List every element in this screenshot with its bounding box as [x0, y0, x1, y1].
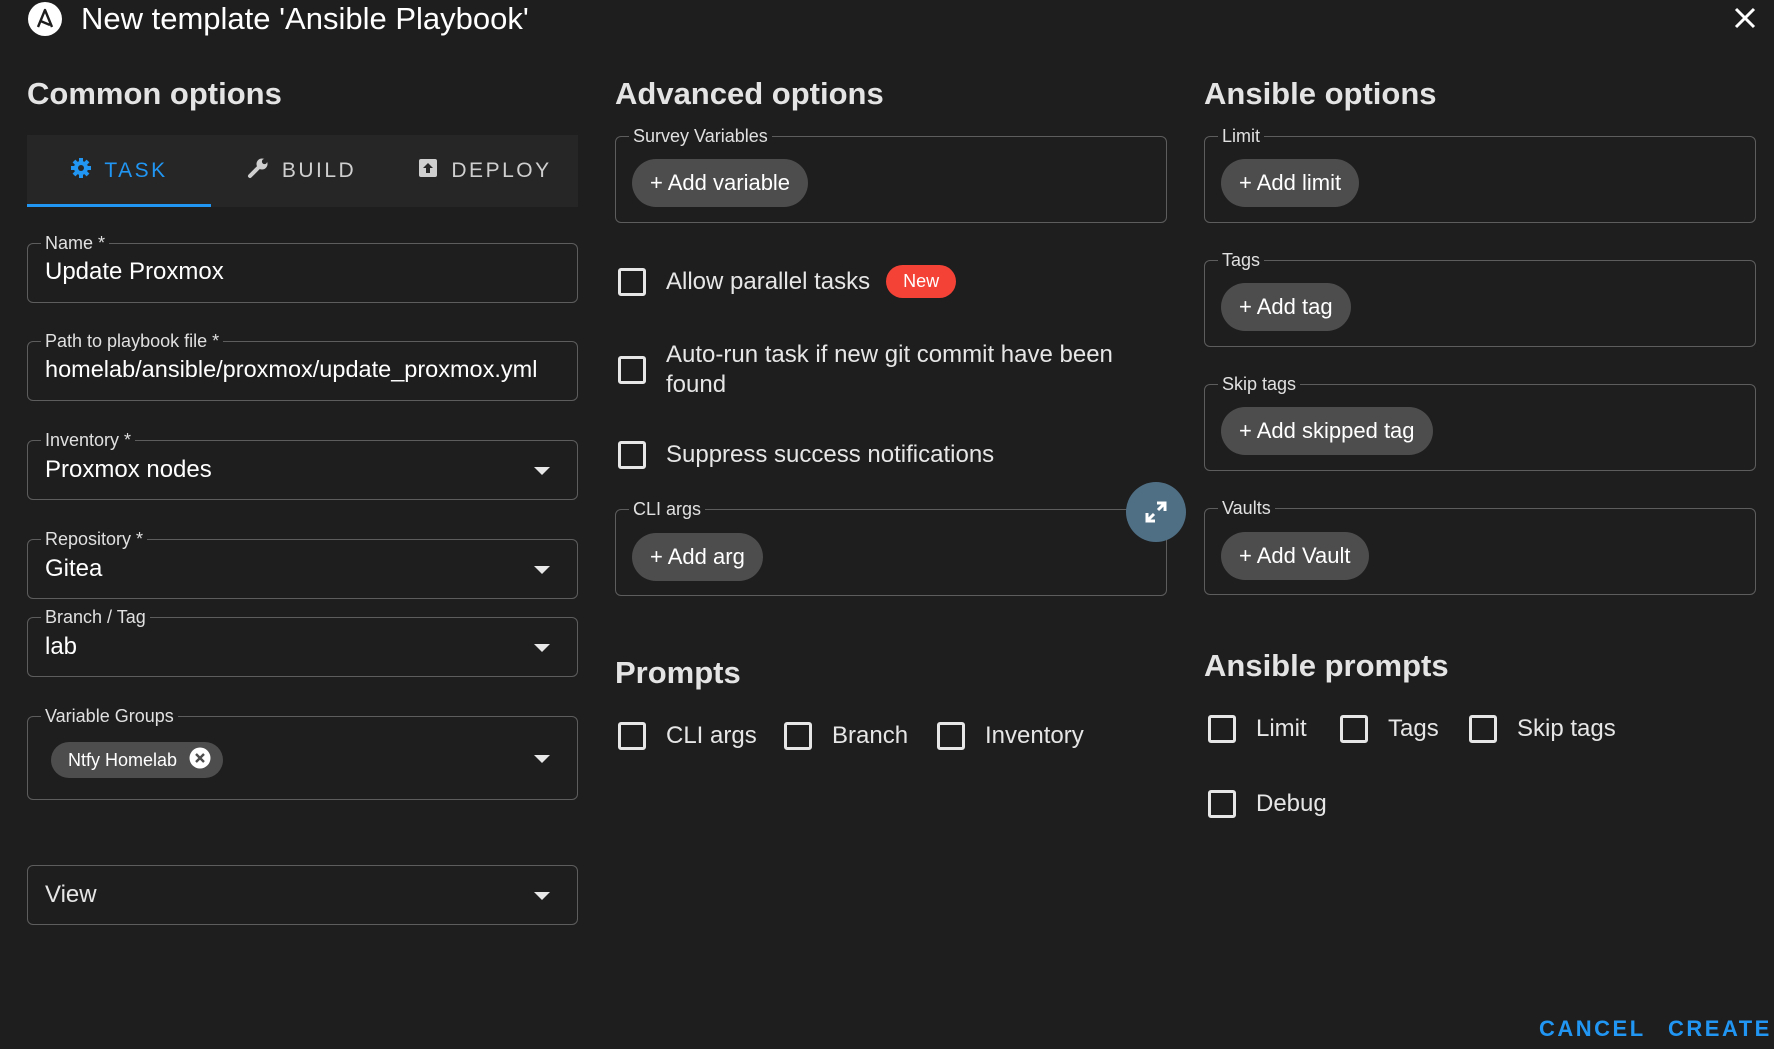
- limit-label: Limit: [1218, 126, 1265, 146]
- ansible-prompt-limit-label: Limit: [1256, 715, 1307, 742]
- chevron-down-icon: [534, 566, 550, 574]
- cancel-button[interactable]: CANCEL: [1539, 1016, 1646, 1042]
- close-icon[interactable]: [1728, 1, 1762, 35]
- ansible-prompt-tags-label: Tags: [1388, 715, 1439, 742]
- name-value: Update Proxmox: [45, 258, 224, 285]
- inventory-label: Inventory *: [41, 430, 136, 450]
- ansible-prompt-debug-checkbox[interactable]: Debug: [1208, 790, 1327, 818]
- tags-label: Tags: [1218, 250, 1265, 270]
- checkbox-icon: [937, 722, 965, 750]
- tab-build-label: BUILD: [281, 159, 357, 182]
- branch-select[interactable]: Branch / Tag lab: [27, 607, 578, 677]
- ansible-prompt-debug-label: Debug: [1256, 790, 1327, 817]
- checkbox-icon: [618, 441, 646, 469]
- prompt-branch-checkbox[interactable]: Branch: [784, 722, 908, 750]
- gear-icon: [70, 157, 92, 185]
- ansible-prompts-heading: Ansible prompts: [1204, 648, 1449, 683]
- prompt-inventory-label: Inventory: [985, 722, 1084, 749]
- name-field[interactable]: Name * Update Proxmox: [27, 233, 578, 303]
- ansible-options-heading: Ansible options: [1204, 76, 1437, 111]
- chevron-down-icon: [534, 755, 550, 763]
- prompt-branch-label: Branch: [832, 722, 909, 749]
- inventory-select[interactable]: Inventory * Proxmox nodes: [27, 430, 578, 500]
- ansible-prompt-limit-checkbox[interactable]: Limit: [1208, 715, 1307, 743]
- repository-select[interactable]: Repository * Gitea: [27, 529, 578, 599]
- add-limit-button[interactable]: + Add limit: [1221, 159, 1360, 207]
- ansible-prompt-tags-checkbox[interactable]: Tags: [1340, 715, 1439, 743]
- add-arg-button[interactable]: + Add arg: [632, 533, 763, 581]
- playbook-path-field[interactable]: Path to playbook file * homelab/ansible/…: [27, 331, 578, 401]
- checkbox-icon: [1469, 715, 1497, 743]
- checkbox-icon: [1208, 715, 1236, 743]
- repository-label: Repository *: [41, 529, 148, 549]
- checkbox-icon: [618, 267, 646, 296]
- playbook-path-label: Path to playbook file *: [41, 331, 224, 351]
- autorun-label: Auto-run task if new git commit have bee…: [666, 341, 1113, 398]
- tab-task-label: TASK: [104, 159, 168, 182]
- ansible-prompt-skip-tags-checkbox[interactable]: Skip tags: [1469, 715, 1616, 743]
- ansible-logo-icon: [28, 2, 62, 36]
- variable-groups-select[interactable]: Variable Groups Ntfy Homelab: [27, 706, 578, 800]
- add-vault-button[interactable]: + Add Vault: [1221, 532, 1369, 580]
- branch-label: Branch / Tag: [41, 607, 150, 627]
- tags-field: Tags + Add tag: [1204, 250, 1756, 347]
- suppress-notifications-label: Suppress success notifications: [666, 441, 995, 468]
- advanced-options-heading: Advanced options: [615, 76, 884, 111]
- suppress-notifications-checkbox[interactable]: Suppress success notifications: [618, 441, 994, 469]
- chevron-down-icon: [534, 644, 550, 652]
- prompt-inventory-checkbox[interactable]: Inventory: [937, 722, 1084, 750]
- add-variable-button[interactable]: + Add variable: [632, 159, 809, 207]
- checkbox-icon: [618, 722, 646, 750]
- checkbox-icon: [1208, 790, 1236, 818]
- name-label: Name *: [41, 233, 110, 253]
- vaults-label: Vaults: [1218, 498, 1275, 518]
- repository-value: Gitea: [45, 555, 103, 582]
- remove-chip-icon[interactable]: [189, 747, 211, 774]
- chevron-down-icon: [534, 892, 550, 900]
- variable-group-chip: Ntfy Homelab: [51, 742, 224, 778]
- variable-groups-label: Variable Groups: [41, 706, 178, 726]
- limit-field: Limit + Add limit: [1204, 126, 1756, 223]
- variable-group-chip-label: Ntfy Homelab: [68, 749, 178, 770]
- checkbox-icon: [618, 356, 646, 384]
- ansible-prompt-skip-tags-label: Skip tags: [1517, 715, 1616, 742]
- tab-build[interactable]: BUILD: [211, 135, 391, 207]
- chevron-down-icon: [534, 467, 550, 475]
- dialog-title: New template 'Ansible Playbook': [81, 1, 529, 36]
- skip-tags-field: Skip tags + Add skipped tag: [1204, 374, 1756, 471]
- tab-task[interactable]: TASK: [27, 135, 211, 207]
- allow-parallel-label: Allow parallel tasks: [666, 267, 871, 295]
- prompts-heading: Prompts: [615, 655, 741, 690]
- wrench-icon: [246, 156, 270, 186]
- add-skipped-tag-button[interactable]: + Add skipped tag: [1221, 407, 1433, 455]
- cli-args-field: CLI args + Add arg: [615, 499, 1167, 596]
- cli-args-label: CLI args: [629, 499, 706, 519]
- checkbox-icon: [1340, 715, 1368, 743]
- autorun-checkbox[interactable]: Auto-run task if new git commit have bee…: [618, 340, 1113, 400]
- survey-variables-label: Survey Variables: [629, 126, 772, 146]
- new-badge: New: [886, 265, 957, 298]
- deploy-icon: [417, 157, 439, 185]
- playbook-path-value: homelab/ansible/proxmox/update_proxmox.y…: [45, 356, 538, 382]
- common-options-heading: Common options: [27, 76, 282, 111]
- view-select[interactable]: View: [27, 865, 578, 925]
- view-value: View: [45, 881, 97, 908]
- skip-tags-label: Skip tags: [1218, 374, 1301, 394]
- expand-icon[interactable]: [1126, 482, 1186, 542]
- tab-deploy-label: DEPLOY: [451, 159, 552, 182]
- checkbox-icon: [784, 722, 812, 750]
- vaults-field: Vaults + Add Vault: [1204, 498, 1756, 595]
- inventory-value: Proxmox nodes: [45, 456, 212, 483]
- prompt-cli-args-label: CLI args: [666, 722, 757, 749]
- survey-variables-field: Survey Variables + Add variable: [615, 126, 1167, 223]
- add-tag-button[interactable]: + Add tag: [1221, 283, 1351, 331]
- prompt-cli-args-checkbox[interactable]: CLI args: [618, 722, 757, 750]
- tab-deploy[interactable]: DEPLOY: [391, 135, 578, 207]
- tab-bar: TASK BUILD DEPLOY: [27, 135, 578, 207]
- allow-parallel-checkbox[interactable]: Allow parallel tasks New: [618, 265, 957, 298]
- branch-value: lab: [45, 633, 78, 660]
- create-button[interactable]: CREATE: [1668, 1016, 1772, 1042]
